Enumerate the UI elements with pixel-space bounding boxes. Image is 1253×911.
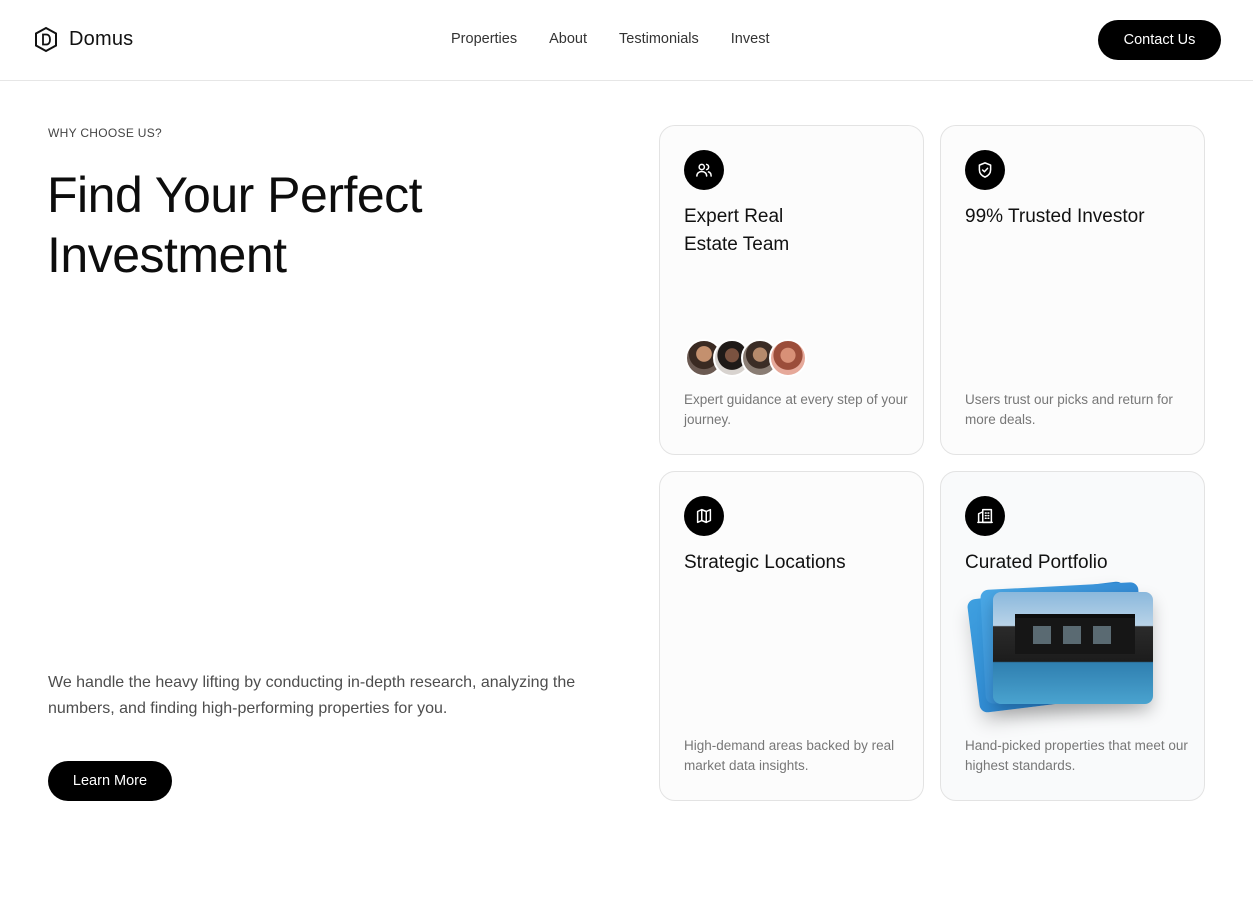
window-shape — [1033, 626, 1051, 644]
nav-about[interactable]: About — [549, 31, 587, 47]
card-description: Users trust our picks and return for mor… — [965, 392, 1173, 427]
nav-testimonials[interactable]: Testimonials — [619, 31, 699, 47]
brand-logo[interactable]: Domus — [33, 26, 133, 53]
feature-card-trust: 99% Trusted Investor Users trust our pic… — [940, 125, 1205, 455]
main-nav: Properties About Testimonials Invest — [451, 31, 769, 47]
feature-card-team: Expert Real Estate Team Expert guidance … — [659, 125, 924, 455]
card-title: 99% Trusted Investor — [965, 206, 1145, 227]
feature-card-portfolio: Curated Portfolio Hand-picked properties… — [940, 471, 1205, 801]
section-eyebrow: WHY CHOOSE US? — [48, 126, 162, 140]
building-icon — [965, 496, 1005, 536]
card-description: Hand-picked properties that meet our hig… — [965, 738, 1188, 773]
card-description: Expert guidance at every step of your jo… — [684, 392, 908, 427]
team-avatars — [685, 339, 807, 377]
brand-name: Domus — [69, 28, 134, 50]
map-icon — [684, 496, 724, 536]
hero-description: We handle the heavy lifting by conductin… — [48, 674, 576, 717]
shield-check-icon — [965, 150, 1005, 190]
nav-properties[interactable]: Properties — [451, 31, 517, 47]
property-photo — [993, 592, 1153, 704]
window-shape — [1063, 626, 1081, 644]
portfolio-image-stack — [965, 580, 1165, 720]
card-title-line-1: Expert Real — [684, 206, 784, 227]
page-title-line-2: Investment — [47, 227, 287, 283]
card-title: Strategic Locations — [684, 552, 846, 573]
card-title-line-2: Estate Team — [684, 234, 790, 255]
avatar — [769, 339, 807, 377]
hexagon-logo-icon — [35, 26, 57, 53]
site-header: Domus Properties About Testimonials Inve… — [0, 0, 1253, 81]
users-icon — [684, 150, 724, 190]
card-description: High-demand areas backed by real market … — [684, 738, 895, 773]
feature-card-locations: Strategic Locations High-demand areas ba… — [659, 471, 924, 801]
card-title: Expert Real Estate Team — [684, 203, 834, 259]
learn-more-button[interactable]: Learn More — [48, 761, 172, 801]
card-title: Curated Portfolio — [965, 552, 1108, 573]
contact-us-button[interactable]: Contact Us — [1098, 20, 1221, 60]
nav-invest[interactable]: Invest — [731, 31, 770, 47]
window-shape — [1093, 626, 1111, 644]
page-title-line-1: Find Your Perfect — [47, 167, 423, 223]
page-title: Find Your Perfect Investment — [47, 165, 567, 285]
